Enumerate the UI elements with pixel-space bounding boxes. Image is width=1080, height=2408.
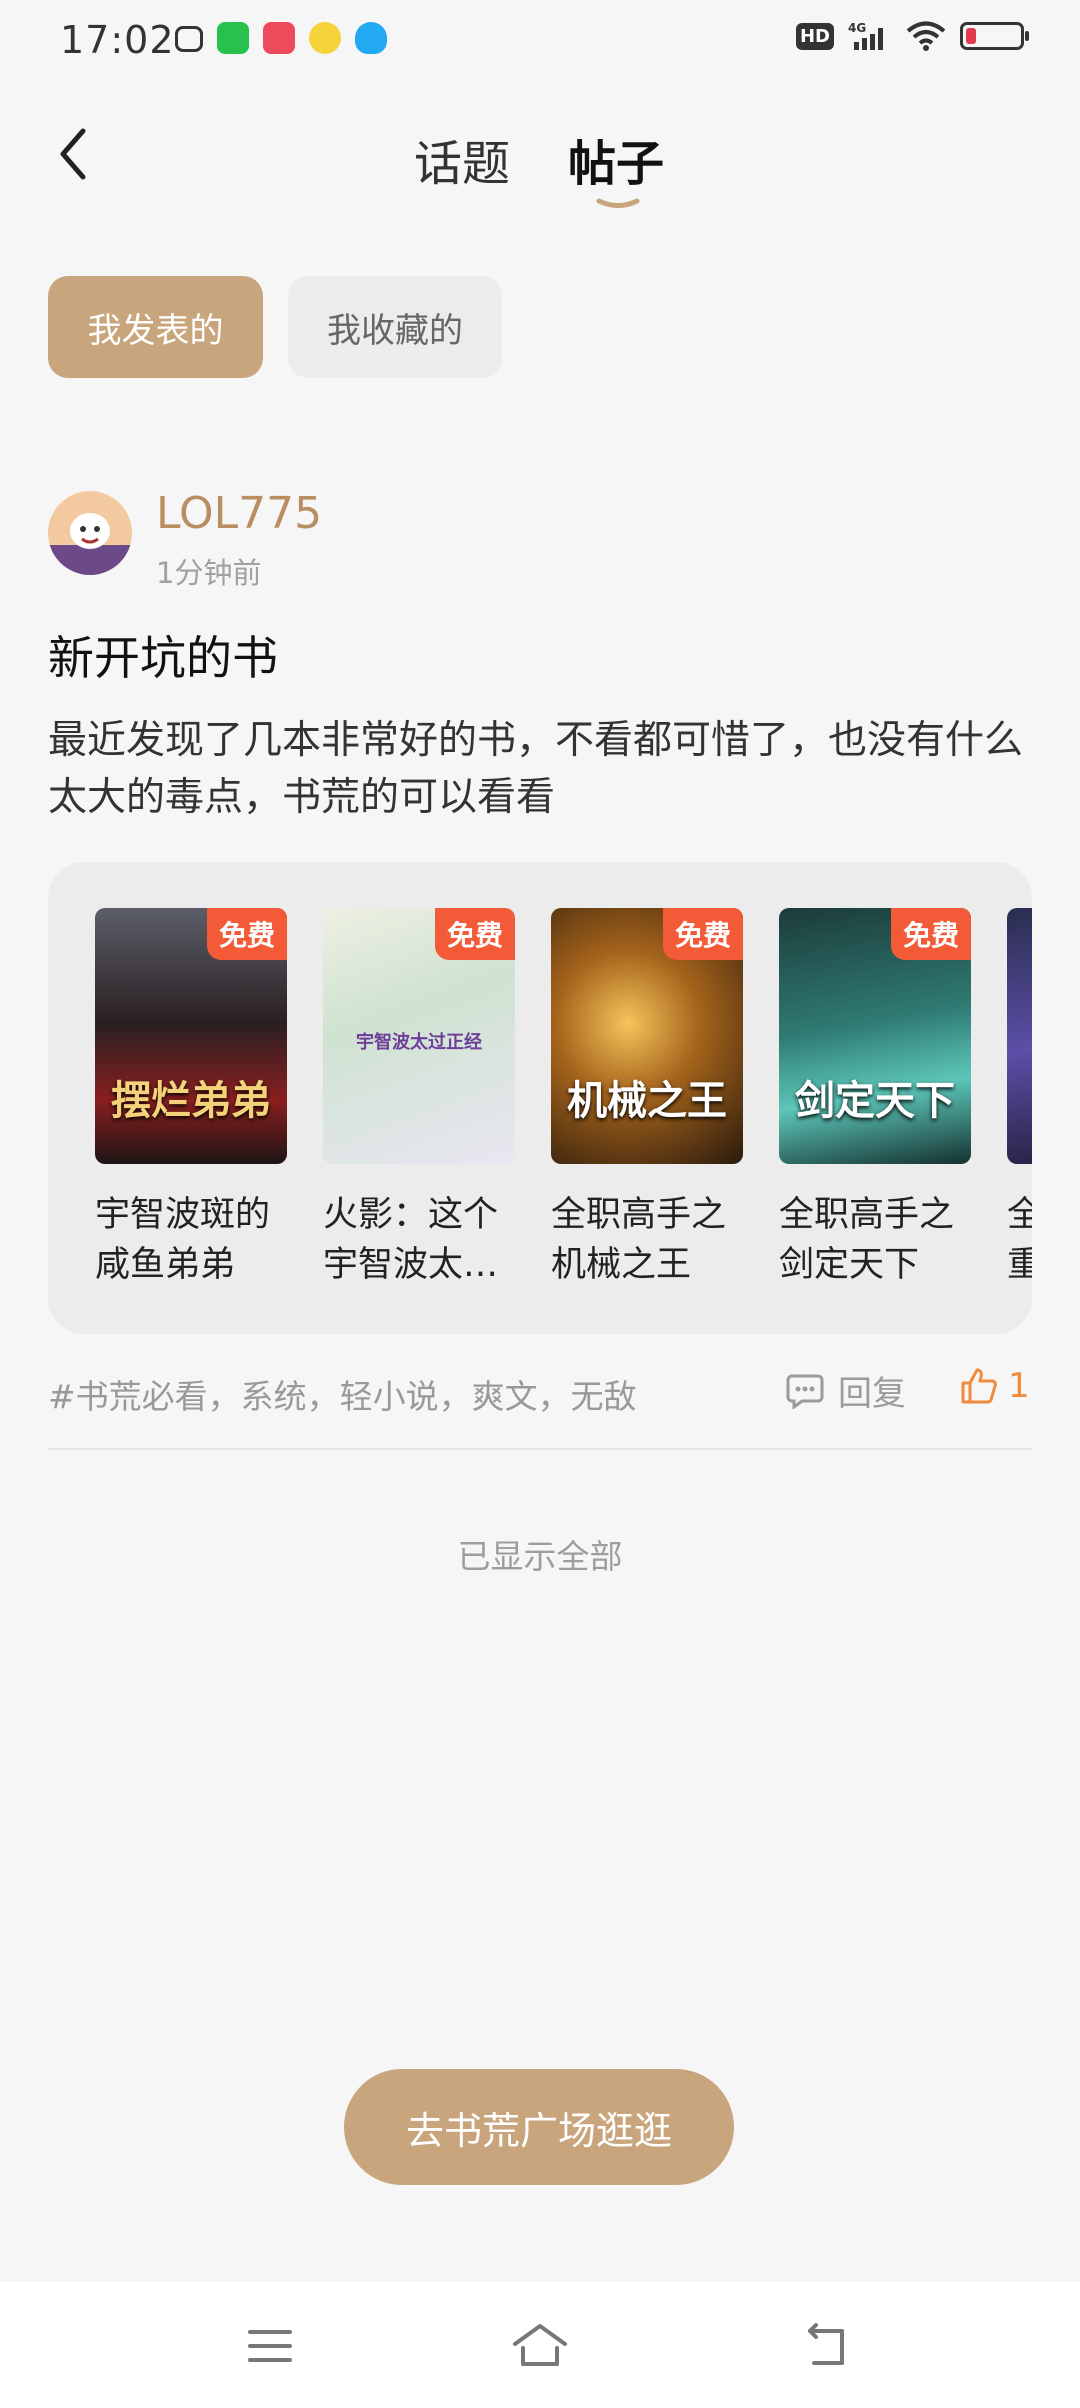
qq-icon	[355, 22, 387, 54]
free-badge: 免费	[662, 908, 743, 960]
chevron-left-icon	[60, 128, 86, 180]
video-app-icon	[263, 22, 295, 54]
return-icon	[808, 2323, 844, 2365]
system-status: HD 4G	[795, 20, 1029, 52]
comment-icon	[786, 1374, 824, 1409]
cover-title: 摆烂弟弟	[111, 1078, 271, 1124]
post-author[interactable]: LOL775	[156, 488, 322, 539]
hd-icon: HD	[795, 22, 834, 50]
active-tab-indicator	[596, 198, 640, 208]
post-tags[interactable]: #书荒必看，系统，轻小说，爽文，无敌	[48, 1370, 637, 1418]
post-body[interactable]: 最近发现了几本非常好的书，不看都可惜了，也没有什么太大的毒点，书荒的可以看看	[48, 712, 1028, 826]
book-title: 火影：这个 宇智波太…	[323, 1195, 499, 1285]
book-cover: 摆烂弟弟 免费	[95, 908, 287, 1164]
book-title: 全职高手之 剑定天下	[779, 1195, 955, 1285]
like-count: 1	[1008, 1366, 1030, 1406]
book-item[interactable]: 机械之王 免费 全职高手之 机械之王	[551, 908, 743, 1290]
go-to-plaza-button[interactable]: 去书荒广场逛逛	[344, 2069, 734, 2185]
book-item[interactable]: 摆烂弟弟 免费 宇智波斑的 咸鱼弟弟	[95, 908, 287, 1290]
signal-icon: 4G	[848, 21, 883, 50]
status-time: 17:02	[60, 18, 175, 62]
book-title: 宇智波斑的 咸鱼弟弟	[95, 1195, 271, 1285]
notification-icons	[175, 22, 387, 54]
post-time: 1分钟前	[156, 556, 262, 590]
avatar[interactable]	[48, 491, 132, 575]
cover-title: 机械之王	[567, 1078, 727, 1124]
list-end-text: 已显示全部	[457, 1537, 623, 1576]
thumbs-up-icon	[961, 1368, 997, 1404]
menu-button[interactable]	[240, 2320, 300, 2372]
home-icon	[513, 2324, 567, 2366]
pet-app-icon	[309, 22, 341, 54]
book-item[interactable]: 全 重	[1007, 908, 1032, 1290]
home-button[interactable]	[510, 2320, 570, 2372]
tab-topics[interactable]: 话题	[414, 124, 510, 194]
post-title[interactable]: 新开坑的书	[48, 622, 278, 688]
book-cover: 剑定天下 免费	[779, 908, 971, 1164]
reply-label: 回复	[838, 1374, 906, 1414]
svg-text:4G: 4G	[848, 21, 866, 35]
divider	[48, 1448, 1032, 1450]
free-badge: 免费	[434, 908, 515, 960]
book-title: 全 重	[1007, 1195, 1032, 1285]
book-item[interactable]: 宇智波太过正经 免费 火影：这个 宇智波太…	[323, 908, 515, 1290]
reply-button[interactable]: 回复	[786, 1366, 906, 1415]
back-button[interactable]	[44, 122, 100, 186]
cover-title: 剑定天下	[795, 1078, 955, 1124]
wifi-icon	[906, 21, 946, 51]
free-badge: 免费	[890, 908, 971, 960]
book-title: 全职高手之 机械之王	[551, 1195, 727, 1285]
filter-my-posts[interactable]: 我发表的	[48, 276, 263, 378]
avatar-image	[48, 491, 132, 575]
system-nav-bar	[0, 2282, 1080, 2408]
filter-favorites[interactable]: 我收藏的	[288, 276, 502, 378]
back-nav-button[interactable]	[795, 2320, 855, 2372]
cover-title: 宇智波太过正经	[356, 1032, 482, 1053]
free-badge: 免费	[206, 908, 287, 960]
book-cover	[1007, 908, 1032, 1164]
tab-posts[interactable]: 帖子	[568, 124, 664, 194]
book-item[interactable]: 剑定天下 免费 全职高手之 剑定天下	[779, 908, 971, 1290]
book-cover: 宇智波太过正经 免费	[323, 908, 515, 1164]
book-carousel[interactable]: 摆烂弟弟 免费 宇智波斑的 咸鱼弟弟 宇智波太过正经 免费 火影：这个 宇智波太…	[48, 862, 1032, 1334]
book-cover: 机械之王 免费	[551, 908, 743, 1164]
tv-app-icon	[175, 26, 203, 52]
like-button[interactable]: 1	[960, 1366, 1030, 1406]
battery-icon	[960, 22, 1029, 50]
menu-icon	[248, 2330, 292, 2362]
iqiyi-app-icon	[217, 22, 249, 54]
